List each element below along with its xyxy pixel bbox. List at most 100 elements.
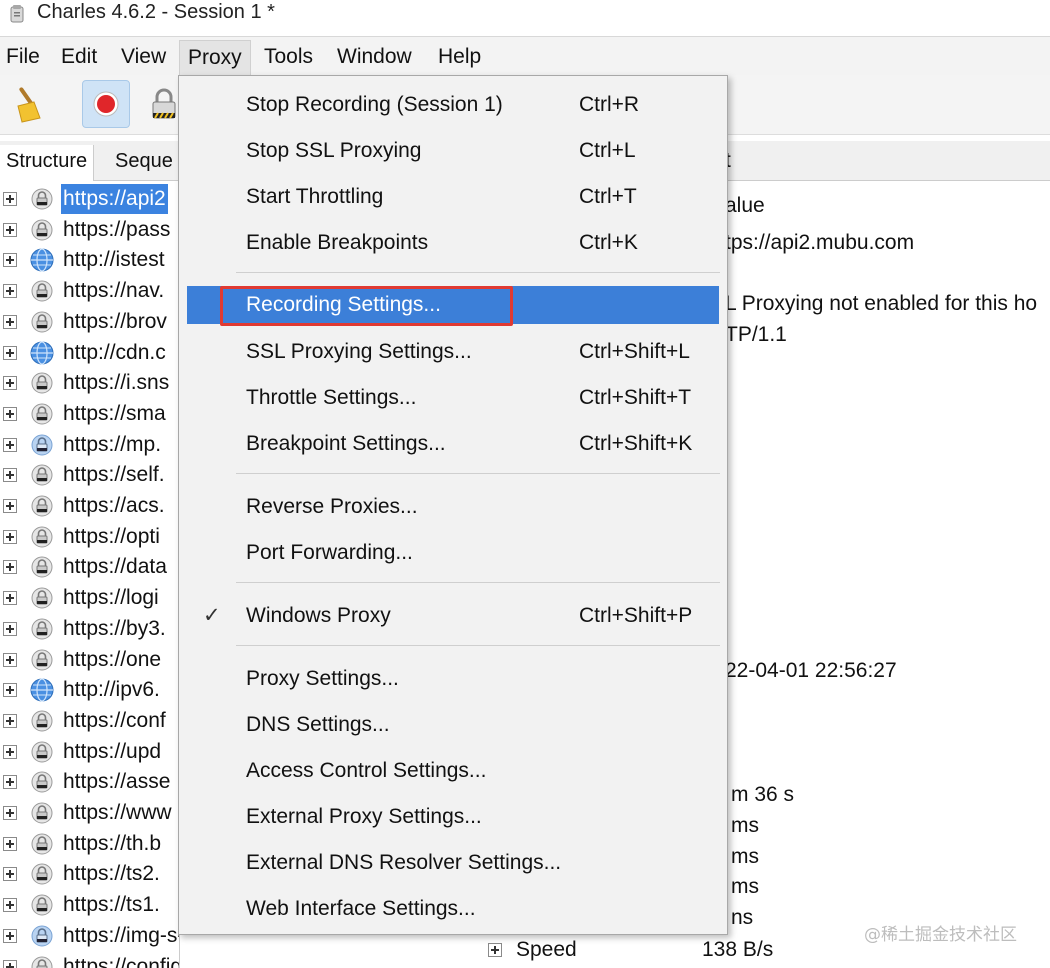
menu-item-stop-ssl-proxying[interactable]: Stop SSL Proxying Ctrl+L xyxy=(179,129,727,173)
expand-icon[interactable] xyxy=(488,943,502,957)
expand-icon[interactable] xyxy=(3,591,17,606)
expand-icon[interactable] xyxy=(3,806,17,820)
host-tree-row[interactable]: https://logi xyxy=(0,583,179,613)
menu-item-shortcut: Ctrl+Shift+T xyxy=(579,386,692,409)
menu-item-shortcut: Ctrl+T xyxy=(579,185,637,208)
menu-proxy[interactable]: Proxy xyxy=(179,40,251,75)
expand-icon[interactable] xyxy=(3,468,17,483)
expand-icon[interactable] xyxy=(3,222,17,237)
host-url: https://conf xyxy=(63,708,166,732)
host-tree-row[interactable]: https://upd xyxy=(0,737,179,767)
menu-file[interactable]: File xyxy=(6,43,40,71)
expand-icon[interactable] xyxy=(3,652,17,667)
host-tree-row[interactable]: https://opti xyxy=(0,522,179,552)
expand-icon[interactable] xyxy=(3,192,17,206)
broom-icon xyxy=(17,87,41,123)
menu-item-external-dns-resolver-settings[interactable]: External DNS Resolver Settings... xyxy=(179,841,727,885)
expand-icon[interactable] xyxy=(3,499,17,513)
expand-icon[interactable] xyxy=(3,928,17,943)
expand-icon[interactable] xyxy=(3,406,17,421)
expand-icon[interactable] xyxy=(3,314,17,329)
menu-item-label: Throttle Settings... xyxy=(246,386,417,409)
lock-icon xyxy=(29,555,55,579)
host-tree-row[interactable]: http://istest xyxy=(0,245,179,275)
host-tree-row[interactable]: https://config.edge.skype.com xyxy=(0,952,180,968)
host-tree-row[interactable]: https://self. xyxy=(0,460,179,490)
menu-tools[interactable]: Tools xyxy=(264,43,313,71)
tab-structure[interactable]: Structure xyxy=(0,145,95,181)
menu-item-breakpoint-settings[interactable]: Breakpoint Settings... Ctrl+Shift+K xyxy=(179,422,727,466)
menu-item-start-throttling[interactable]: Start Throttling Ctrl+T xyxy=(179,175,727,219)
host-tree-row[interactable]: https://brov xyxy=(0,307,179,337)
menu-item-enable-breakpoints[interactable]: Enable Breakpoints Ctrl+K xyxy=(179,221,727,265)
expand-icon[interactable] xyxy=(3,713,17,728)
menu-window[interactable]: Window xyxy=(337,43,412,71)
expand-icon[interactable] xyxy=(3,529,17,544)
host-tree-row[interactable]: https://by3. xyxy=(0,614,179,644)
watermark: @稀土掘金技术社区 xyxy=(864,925,1017,945)
expand-icon[interactable] xyxy=(3,253,17,268)
host-tree-row[interactable]: https://nav. xyxy=(0,276,179,306)
host-tree-row[interactable]: https://ts2. xyxy=(0,859,179,889)
lock-globe-icon xyxy=(29,433,55,457)
host-tree-row[interactable]: https://i.sns xyxy=(0,368,179,398)
host-tree-row[interactable]: http://cdn.c xyxy=(0,338,179,368)
menu-item-windows-proxy[interactable]: ✓ Windows Proxy Ctrl+Shift+P xyxy=(179,594,727,638)
host-tree-row[interactable]: https://conf xyxy=(0,706,179,736)
host-tree-row[interactable]: https://www xyxy=(0,798,179,828)
menu-item-port-forwarding[interactable]: Port Forwarding... xyxy=(179,531,727,575)
expand-icon[interactable] xyxy=(3,376,17,391)
expand-icon[interactable] xyxy=(3,836,17,851)
checkmark-icon: ✓ xyxy=(203,604,221,627)
host-url: https://ts1. xyxy=(63,893,160,917)
host-tree-row[interactable]: https://ts1. xyxy=(0,890,179,920)
host-tree-row[interactable]: https://api2 xyxy=(0,184,179,214)
tab-sequence[interactable]: Seque xyxy=(115,147,173,175)
expand-icon[interactable] xyxy=(3,437,17,452)
record-icon xyxy=(93,91,119,117)
menu-item-label: External DNS Resolver Settings... xyxy=(246,851,562,874)
menu-item-ssl-proxying-settings[interactable]: SSL Proxying Settings... Ctrl+Shift+L xyxy=(179,330,727,374)
host-tree-row[interactable]: https://th.b xyxy=(0,829,179,859)
expand-icon[interactable] xyxy=(3,621,17,636)
menu-item-proxy-settings[interactable]: Proxy Settings... xyxy=(179,657,727,701)
host-tree-row[interactable]: https://img-s-msn-com.akamaized xyxy=(0,921,179,951)
overview-timestamp-value: 22-04-01 22:56:27 xyxy=(725,659,897,682)
lock-icon xyxy=(29,832,55,856)
lock-icon xyxy=(29,862,55,886)
clear-session-button[interactable] xyxy=(4,80,52,128)
menu-item-label: Breakpoint Settings... xyxy=(246,432,446,455)
menu-item-web-interface-settings[interactable]: Web Interface Settings... xyxy=(179,887,727,931)
menu-item-label: DNS Settings... xyxy=(246,713,390,736)
menu-item-dns-settings[interactable]: DNS Settings... xyxy=(179,703,727,747)
menu-item-shortcut: Ctrl+Shift+L xyxy=(579,340,690,363)
menu-edit[interactable]: Edit xyxy=(61,43,97,71)
expand-icon[interactable] xyxy=(3,560,17,575)
host-tree-row[interactable]: https://sma xyxy=(0,399,179,429)
menu-help[interactable]: Help xyxy=(438,43,481,71)
menu-item-access-control-settings[interactable]: Access Control Settings... xyxy=(179,749,727,793)
title-bar: Charles 4.6.2 - Session 1 * xyxy=(0,0,1050,30)
menu-item-external-proxy-settings[interactable]: External Proxy Settings... xyxy=(179,795,727,839)
host-tree-row[interactable]: https://one xyxy=(0,645,179,675)
expand-icon[interactable] xyxy=(3,284,17,299)
expand-icon[interactable] xyxy=(3,345,17,360)
menu-item-stop-recording[interactable]: Stop Recording (Session 1) Ctrl+R xyxy=(179,83,727,127)
expand-icon[interactable] xyxy=(3,867,17,882)
host-tree-row[interactable]: https://data xyxy=(0,552,179,582)
expand-icon[interactable] xyxy=(3,775,17,790)
host-tree-row[interactable]: http://ipv6. xyxy=(0,675,179,705)
menu-view[interactable]: View xyxy=(121,43,166,71)
expand-icon[interactable] xyxy=(3,898,17,913)
host-tree-row[interactable]: https://pass xyxy=(0,215,179,245)
expand-icon[interactable] xyxy=(3,744,17,759)
host-tree-row[interactable]: https://acs. xyxy=(0,491,179,521)
expand-icon[interactable] xyxy=(3,959,17,968)
expand-icon[interactable] xyxy=(3,683,17,698)
host-tree-row[interactable]: https://asse xyxy=(0,767,179,797)
record-button[interactable] xyxy=(82,80,130,128)
menu-item-reverse-proxies[interactable]: Reverse Proxies... xyxy=(179,485,727,529)
menu-item-throttle-settings[interactable]: Throttle Settings... Ctrl+Shift+T xyxy=(179,376,727,420)
host-url: https://config.edge.skype.com xyxy=(63,954,180,968)
host-tree-row[interactable]: https://mp. xyxy=(0,430,179,460)
